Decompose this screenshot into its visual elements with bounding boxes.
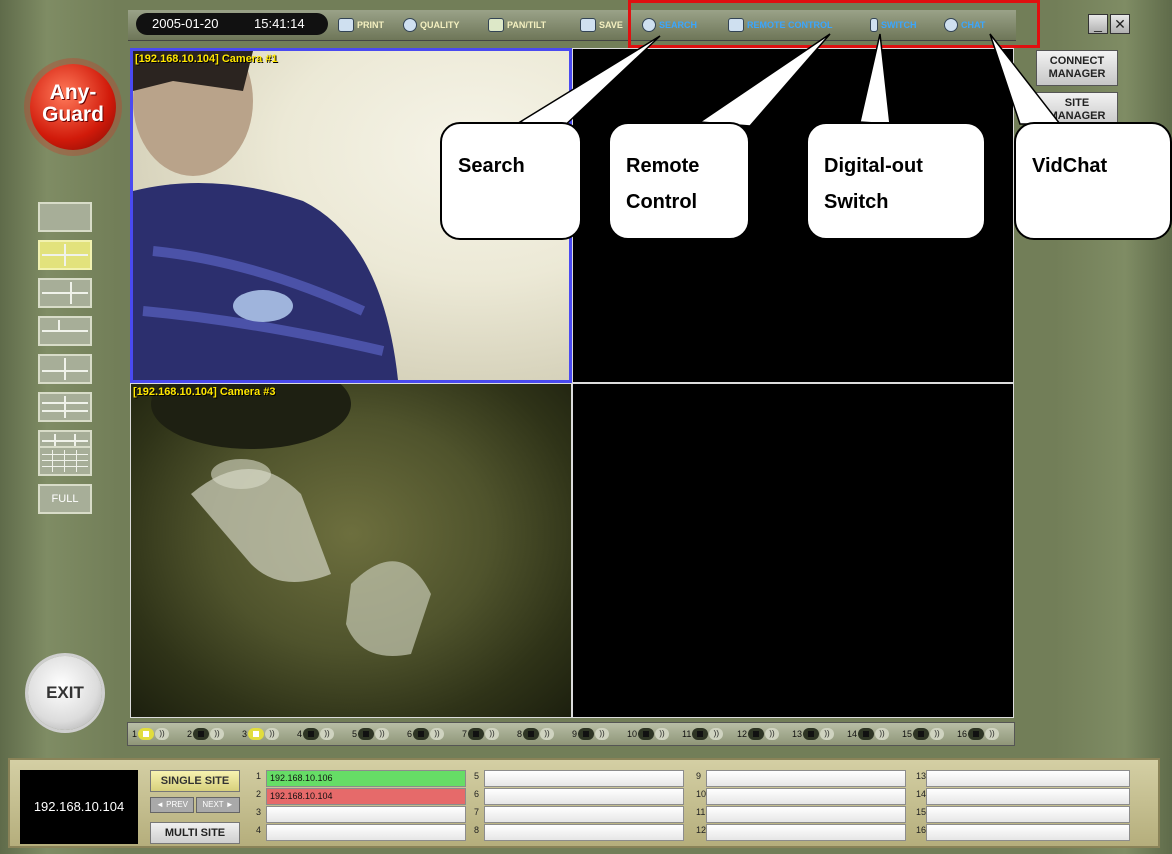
- callout-pointers: [517, 33, 1062, 131]
- search-callout-text: Search: [458, 155, 525, 177]
- dout-callout-line1: Digital-out: [824, 155, 923, 177]
- remote-callout-line2: Control: [626, 191, 698, 213]
- remote-callout-line1: Remote: [626, 155, 700, 177]
- vidchat-callout: VidChat: [1014, 122, 1172, 240]
- vidchat-callout-text: VidChat: [1032, 155, 1108, 177]
- dout-callout-line2: Switch: [824, 191, 889, 213]
- app-window: 2005-01-20 15:41:14 PRINT QUALITY PAN/TI…: [0, 0, 1172, 854]
- digital-out-callout: Digital-out Switch: [806, 122, 986, 240]
- search-callout: Search: [440, 122, 582, 240]
- remote-control-callout: Remote Control: [608, 122, 750, 240]
